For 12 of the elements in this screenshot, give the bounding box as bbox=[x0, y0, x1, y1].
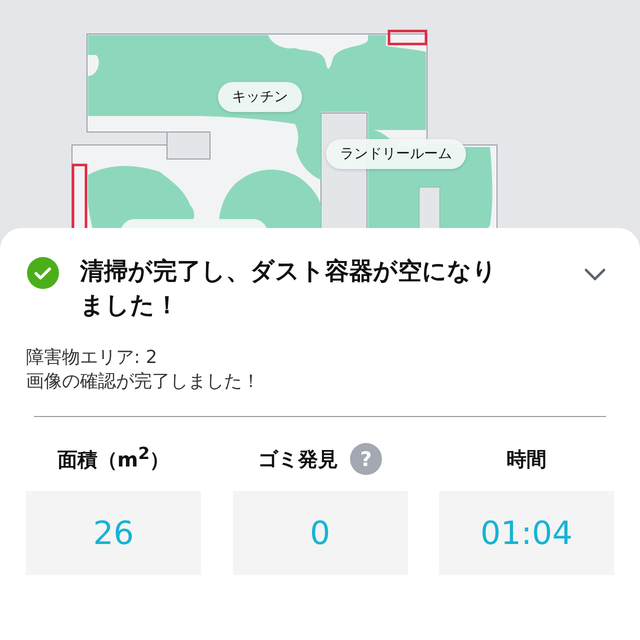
stat-label: 面積（m$^{2}$） bbox=[57, 444, 170, 474]
chevron-down-icon[interactable] bbox=[584, 268, 606, 282]
stat-value: 26 bbox=[26, 491, 201, 575]
detail-text: 障害物エリア: 2 bbox=[26, 346, 158, 370]
room-label[interactable]: ランドリールーム bbox=[326, 139, 466, 169]
detail-text: 画像の確認が完了しました！ bbox=[26, 370, 260, 394]
room-label[interactable]: キッチン bbox=[218, 82, 302, 112]
stat-value: 0 bbox=[232, 491, 408, 575]
notice-title: 清掃が完了し、ダスト容器が空になりました！ bbox=[80, 256, 498, 321]
stat-label: ゴミ発見 bbox=[258, 446, 338, 472]
stat-label: 時間 bbox=[506, 446, 546, 472]
stat-value: 01:04 bbox=[439, 491, 614, 575]
